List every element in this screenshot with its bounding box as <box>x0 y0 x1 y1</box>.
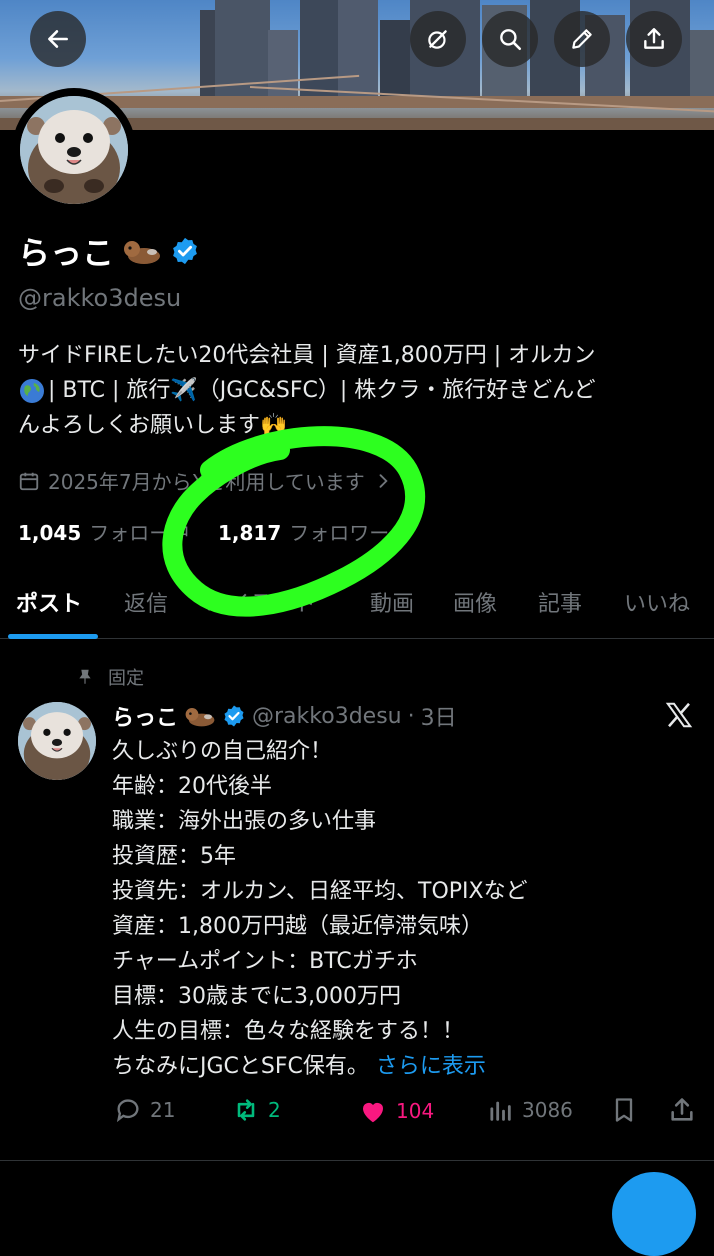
post-line: 職業：海外出張の多い仕事 <box>112 809 377 834</box>
edit-button[interactable] <box>554 11 610 67</box>
reply-button[interactable]: 21 <box>114 1096 175 1124</box>
share-button[interactable] <box>626 11 682 67</box>
post-line: 久しぶりの自己紹介！ <box>112 739 333 764</box>
otter-avatar-image <box>18 702 96 780</box>
views-button[interactable]: 3086 <box>486 1096 573 1124</box>
x-logo-icon <box>664 700 694 734</box>
post-time[interactable]: 3日 <box>421 700 457 732</box>
verified-badge-icon <box>222 704 246 728</box>
verified-badge-icon[interactable] <box>170 236 200 266</box>
post-line: 投資歴：5年 <box>112 844 236 869</box>
arrow-left-icon <box>48 30 68 48</box>
reply-icon <box>116 1099 139 1123</box>
post-line: 投資先：オルカン、日経平均、TOPIXなど <box>112 879 528 904</box>
post-header: らっこ @rakko3desu · 3日 <box>112 700 457 732</box>
share-post-button[interactable] <box>668 1096 696 1124</box>
repost-icon <box>237 1099 255 1121</box>
analytics-icon <box>490 1101 511 1121</box>
otter-emoji-icon <box>184 704 216 728</box>
post-divider <box>0 1160 714 1161</box>
calendar-icon <box>19 472 39 490</box>
post-line-last: ちなみにJGCとSFC保有。 さらに表示 <box>112 1054 486 1079</box>
share-icon <box>671 1098 693 1121</box>
pencil-icon <box>572 29 592 49</box>
bio-line-2: | BTC | 旅行✈️（JGC&SFC）| 株クラ・旅行好きどんど <box>18 373 698 408</box>
post-line: チャームポイント：BTCガチホ <box>112 949 418 974</box>
tab-articles[interactable]: 記事 <box>538 586 582 618</box>
profile-name-row: らっこ <box>18 228 200 274</box>
profile-name: らっこ <box>18 234 115 272</box>
search-icon <box>500 29 522 51</box>
post-dot: · <box>407 703 415 729</box>
post-avatar[interactable] <box>18 702 96 780</box>
post-line: 人生の目標：色々な経験をする！！ <box>112 1019 465 1044</box>
post-author-handle: @rakko3desu <box>252 703 402 729</box>
search-button[interactable] <box>482 11 538 67</box>
heart-filled-icon <box>363 1102 383 1123</box>
profile-handle: @rakko3desu <box>18 284 182 312</box>
bio-line: サイドFIREしたい20代会社員 | 資産1,800万円 | オルカン <box>18 343 596 368</box>
tab-likes[interactable]: いいね <box>624 586 690 618</box>
post-author-name[interactable]: らっこ <box>112 700 178 732</box>
pinned-label: 固定 <box>76 664 144 690</box>
pin-icon <box>79 669 91 684</box>
post-line: 年齢：20代後半 <box>112 774 272 799</box>
show-more-link[interactable]: さらに表示 <box>376 1054 486 1079</box>
like-button[interactable]: 104 <box>358 1096 434 1126</box>
compose-fab-button[interactable] <box>612 1172 696 1256</box>
post-line: 資産：1,800万円越（最近停滞気味） <box>112 914 483 939</box>
grok-button[interactable] <box>410 11 466 67</box>
grok-icon <box>428 30 447 49</box>
avatar[interactable] <box>20 96 128 204</box>
bookmark-button[interactable] <box>610 1096 638 1124</box>
repost-button[interactable]: 2 <box>232 1096 281 1124</box>
share-icon <box>644 28 664 49</box>
otter-emoji-icon <box>122 236 162 266</box>
highlight-circle-annotation <box>162 426 426 617</box>
post-line: 目標：30歳までに3,000万円 <box>112 984 401 1009</box>
active-tab-indicator <box>8 634 98 639</box>
globe-emoji-icon <box>18 377 46 405</box>
back-button[interactable] <box>30 11 86 67</box>
tab-posts[interactable]: ポスト <box>16 586 82 618</box>
bookmark-icon <box>615 1098 633 1122</box>
otter-avatar-image <box>20 96 128 204</box>
tab-images[interactable]: 画像 <box>453 586 497 618</box>
post-text: 久しぶりの自己紹介！ 年齢：20代後半 職業：海外出張の多い仕事 投資歴：5年 … <box>112 734 702 1084</box>
